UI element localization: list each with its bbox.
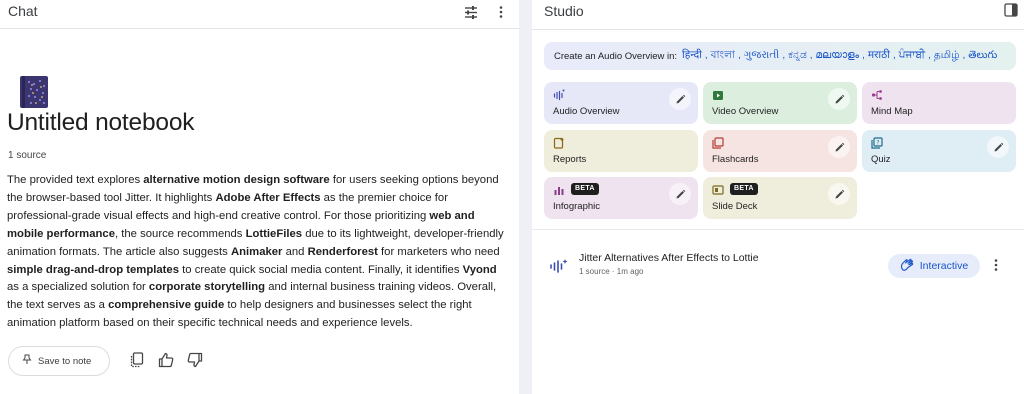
studio-notes-divider — [532, 229, 1024, 230]
language-link[interactable]: मराठी — [868, 49, 890, 61]
summary-highlight: simple drag-and-drop templates — [7, 263, 179, 276]
note-meta: 1 source · 1m ago — [579, 267, 644, 276]
audio-overview-language-banner: Create an Audio Overview in: हिन्दी, বাংল… — [544, 42, 1016, 70]
summary-text: to create quick social media content. Fi… — [179, 263, 463, 276]
studio-title: Studio — [544, 3, 584, 19]
source-count: 1 source — [8, 150, 47, 161]
save-to-note-button[interactable]: Save to note — [8, 346, 110, 376]
studio-tile-infographic[interactable]: BETA Infographic — [544, 177, 698, 219]
language-separator: , — [928, 49, 931, 61]
language-link[interactable]: தமிழ் — [934, 49, 960, 61]
studio-tile-audio-overview[interactable]: Audio Overview — [544, 82, 698, 124]
audio-overview-prompt: Create an Audio Overview in: — [554, 50, 678, 62]
studio-tile-flashcards[interactable]: Flashcards — [703, 130, 857, 172]
summary-highlight: Renderforest — [307, 245, 378, 258]
reports-icon — [553, 136, 565, 149]
language-separator: , — [704, 49, 708, 61]
save-to-note-label: Save to note — [38, 355, 92, 367]
notebook-icon — [19, 75, 49, 109]
studio-tile-label: Flashcards — [712, 154, 759, 165]
edit-pencil-icon[interactable] — [669, 183, 691, 205]
copy-icon[interactable] — [128, 351, 146, 369]
edit-pencil-icon[interactable] — [828, 183, 850, 205]
quiz-icon: ? — [871, 136, 883, 149]
studio-tile-slide-deck[interactable]: BETA Slide Deck — [703, 177, 857, 219]
language-link[interactable]: हिन्दी — [682, 49, 702, 61]
panel-divider[interactable] — [519, 0, 532, 394]
svg-text:?: ? — [876, 140, 879, 147]
language-separator: , — [862, 49, 865, 61]
summary-highlight: corporate storytelling — [148, 281, 266, 294]
beta-badge: BETA — [730, 183, 758, 195]
edit-pencil-icon[interactable] — [828, 136, 850, 158]
interactive-hand-icon — [900, 258, 914, 274]
chat-title: Chat — [8, 3, 38, 19]
audio-waveform-icon — [553, 88, 565, 101]
video-icon — [712, 88, 724, 100]
language-link[interactable]: ਪੰਜਾਬੀ — [899, 49, 925, 61]
summary-text: The provided text explores — [7, 174, 144, 186]
interactive-button[interactable]: Interactive — [888, 254, 980, 278]
studio-tile-label: Audio Overview — [553, 106, 620, 117]
summary-highlight: Vyond — [462, 263, 497, 276]
studio-tile-quiz[interactable]: ? Quiz — [862, 130, 1016, 172]
language-separator: , — [782, 49, 786, 61]
chat-panel: Chat Untitled notebook 1 source The prov… — [0, 0, 519, 394]
infographic-icon — [553, 183, 565, 195]
language-separator: , — [809, 49, 813, 61]
edit-pencil-icon[interactable] — [828, 88, 850, 110]
summary-text: , the source recommends — [114, 227, 246, 240]
summary-text: as a specialized solution for — [7, 281, 149, 294]
summary-highlight: comprehensive guide — [108, 299, 225, 312]
summary-highlight: alternative motion design software — [143, 174, 330, 186]
summary-text: and — [282, 245, 308, 258]
language-separator: , — [737, 49, 741, 61]
studio-tile-label: Infographic — [553, 201, 601, 212]
note-more-vert-icon[interactable] — [990, 257, 1002, 273]
studio-tile-label: Mind Map — [871, 106, 913, 117]
flashcards-icon — [712, 136, 724, 149]
beta-badge: BETA — [571, 183, 599, 195]
collapse-panel-icon[interactable] — [1004, 3, 1020, 19]
studio-tile-video-overview[interactable]: Video Overview — [703, 82, 857, 124]
studio-tile-label: Quiz — [871, 154, 891, 165]
summary-text: for marketers who need — [377, 245, 500, 258]
notebook-summary: The provided text explores alternative m… — [7, 172, 507, 333]
studio-tile-label: Reports — [553, 154, 587, 165]
language-separator: , — [962, 49, 966, 61]
language-link[interactable]: മലയാളം — [816, 49, 860, 61]
studio-panel: Studio Create an Audio Overview in: हिन्… — [532, 0, 1024, 394]
edit-pencil-icon[interactable] — [987, 136, 1009, 158]
studio-tile-label: Video Overview — [712, 106, 779, 117]
mind-map-icon — [871, 88, 883, 100]
edit-pencil-icon[interactable] — [669, 88, 691, 110]
language-link[interactable]: বাংলা — [711, 49, 735, 61]
summary-highlight: Adobe After Effects — [215, 191, 321, 204]
language-separator: , — [892, 49, 896, 61]
pin-icon — [22, 354, 32, 368]
language-list: हिन्दी, বাংলা, ગુજરાતી, ಕನ್ನಡ, മലയാളം, मराठी,… — [682, 48, 997, 65]
language-link[interactable]: తెలుగు — [968, 49, 997, 61]
language-link[interactable]: ಕನ್ನಡ — [788, 49, 807, 61]
thumbs-up-icon[interactable] — [157, 351, 175, 369]
interactive-label: Interactive — [919, 260, 969, 272]
thumbs-down-icon[interactable] — [186, 351, 204, 369]
studio-tile-label: Slide Deck — [712, 201, 758, 212]
notebook-title: Untitled notebook — [7, 109, 195, 136]
language-link[interactable]: ગુજરાતી — [744, 49, 780, 61]
studio-tile-reports[interactable]: Reports — [544, 130, 698, 172]
audio-waveform-icon — [549, 258, 569, 274]
note-title: Jitter Alternatives After Effects to Lot… — [579, 252, 759, 264]
studio-header-divider — [532, 29, 1024, 30]
summary-highlight: LottieFiles — [245, 227, 303, 240]
studio-tile-mind-map[interactable]: Mind Map — [862, 82, 1016, 124]
slide-deck-icon — [712, 183, 724, 195]
more-vert-icon[interactable] — [492, 3, 510, 21]
summary-highlight: Animaker — [230, 245, 283, 258]
tune-icon[interactable] — [462, 3, 480, 21]
chat-header: Chat — [0, 0, 519, 29]
